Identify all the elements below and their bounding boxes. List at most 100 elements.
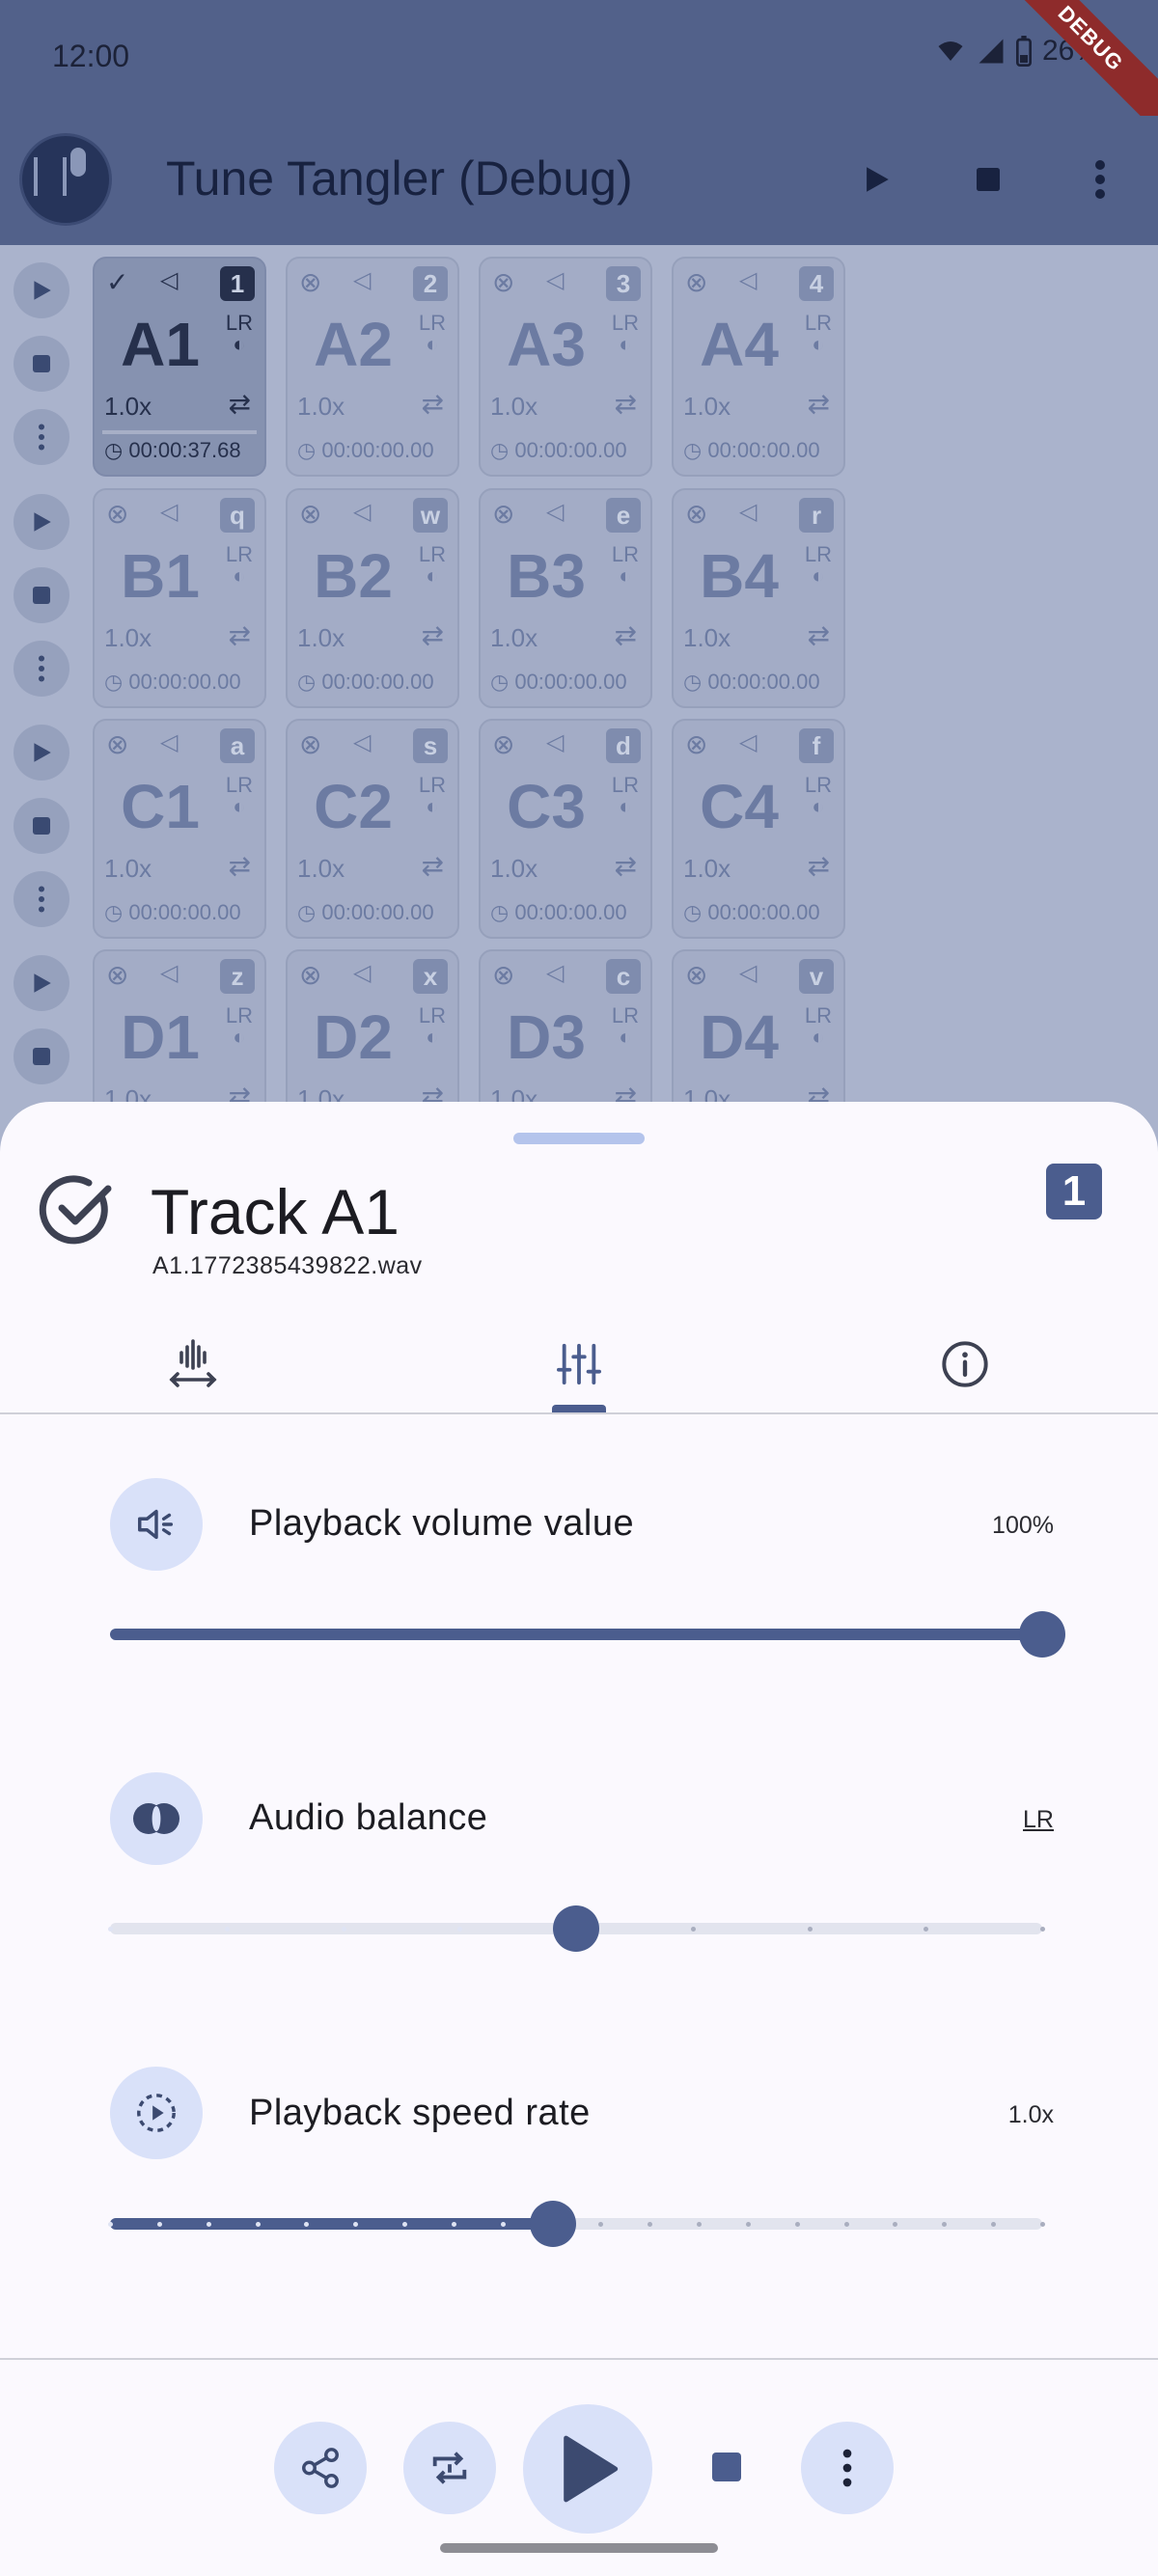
close-circle-icon[interactable]: ⊗ xyxy=(492,266,514,298)
tab-info[interactable] xyxy=(772,1316,1158,1412)
volume-icon: ◁ xyxy=(739,729,758,755)
timer-icon: ◷ xyxy=(490,438,510,462)
pad-key-badge: r xyxy=(799,498,834,533)
pad-time: ◷ 00:00:37.68 xyxy=(104,438,241,463)
close-circle-icon[interactable]: ⊗ xyxy=(492,728,514,760)
track-title: Track A1 xyxy=(151,1176,400,1247)
close-circle-icon[interactable]: ⊗ xyxy=(299,266,321,298)
close-circle-icon[interactable]: ⊗ xyxy=(685,266,707,298)
pad-time-value: 00:00:00.00 xyxy=(514,438,627,462)
pad-key-badge: w xyxy=(413,498,448,533)
row-play-button[interactable] xyxy=(14,262,69,318)
balance-icon xyxy=(133,1803,179,1834)
close-circle-icon[interactable]: ⊗ xyxy=(299,959,321,991)
row-play-button[interactable] xyxy=(14,955,69,1011)
pad-speed: 1.0x xyxy=(104,392,152,421)
slider-tick xyxy=(108,1927,113,1932)
pad-time: ◷ 00:00:00.00 xyxy=(297,438,434,463)
pad-a3[interactable]: ⊗ ◁ 3 A3 LR ◐ 1.0x ⇄ ◷ 00:00:00.00 xyxy=(479,257,652,477)
balance-slider-thumb[interactable] xyxy=(553,1905,599,1952)
row-stop-button[interactable] xyxy=(14,798,69,854)
close-circle-icon[interactable]: ⊗ xyxy=(106,959,128,991)
slider-tick xyxy=(207,2222,211,2227)
row-more-button[interactable] xyxy=(14,641,69,697)
speed-slider[interactable] xyxy=(108,2201,1045,2247)
close-circle-icon[interactable]: ⊗ xyxy=(106,728,128,760)
drag-handle[interactable] xyxy=(513,1133,645,1144)
pad-balance: LR ◐ xyxy=(419,775,446,817)
pad-b1[interactable]: ⊗ ◁ q B1 LR ◐ 1.0x ⇄ ◷ 00:00:00.00 xyxy=(93,488,266,708)
row-play-button[interactable] xyxy=(14,494,69,550)
close-circle-icon[interactable]: ⊗ xyxy=(299,728,321,760)
close-circle-icon[interactable]: ⊗ xyxy=(685,498,707,530)
pad-time-value: 00:00:00.00 xyxy=(321,900,434,924)
volume-icon: ◁ xyxy=(160,499,179,525)
balance-icon: ◐ xyxy=(426,563,439,588)
close-circle-icon[interactable]: ⊗ xyxy=(299,498,321,530)
pad-c2[interactable]: ⊗ ◁ s C2 LR ◐ 1.0x ⇄ ◷ 00:00:00.00 xyxy=(286,719,459,939)
check-circle-icon[interactable]: ✓ xyxy=(106,266,128,298)
speed-slider-thumb[interactable] xyxy=(530,2201,576,2247)
volume-button[interactable] xyxy=(110,1478,203,1571)
row-stop-button[interactable] xyxy=(14,1028,69,1084)
pad-c3[interactable]: ⊗ ◁ d C3 LR ◐ 1.0x ⇄ ◷ 00:00:00.00 xyxy=(479,719,652,939)
slider-tick xyxy=(648,2222,652,2227)
pad-b4[interactable]: ⊗ ◁ r B4 LR ◐ 1.0x ⇄ ◷ 00:00:00.00 xyxy=(672,488,845,708)
pad-a4[interactable]: ⊗ ◁ 4 A4 LR ◐ 1.0x ⇄ ◷ 00:00:00.00 xyxy=(672,257,845,477)
pad-time: ◷ 00:00:00.00 xyxy=(683,900,820,925)
more-vert-icon xyxy=(1095,160,1105,199)
pad-c4[interactable]: ⊗ ◁ f C4 LR ◐ 1.0x ⇄ ◷ 00:00:00.00 xyxy=(672,719,845,939)
close-circle-icon[interactable]: ⊗ xyxy=(492,498,514,530)
volume-slider[interactable] xyxy=(110,1611,1065,1658)
close-circle-icon[interactable]: ⊗ xyxy=(106,498,128,530)
repeat-one-icon xyxy=(432,2452,467,2484)
close-circle-icon[interactable]: ⊗ xyxy=(685,959,707,991)
volume-icon: ◁ xyxy=(353,267,372,293)
pad-b2[interactable]: ⊗ ◁ w B2 LR ◐ 1.0x ⇄ ◷ 00:00:00.00 xyxy=(286,488,459,708)
loop-button[interactable] xyxy=(403,2422,496,2514)
logo-mic-icon xyxy=(70,148,86,177)
row-play-button[interactable] xyxy=(14,725,69,781)
row-stop-button[interactable] xyxy=(14,336,69,392)
share-button[interactable] xyxy=(274,2422,367,2514)
stop-icon xyxy=(33,355,50,372)
pad-key-badge: z xyxy=(220,959,255,994)
pad-time: ◷ 00:00:00.00 xyxy=(490,670,627,695)
row-more-button[interactable] xyxy=(14,409,69,465)
stop-all-button[interactable] xyxy=(959,151,1017,208)
play-button[interactable] xyxy=(523,2404,652,2534)
tab-settings[interactable] xyxy=(386,1316,772,1412)
row-stop-button[interactable] xyxy=(14,567,69,623)
more-options-button[interactable] xyxy=(801,2422,894,2514)
pad-name: B1 xyxy=(121,541,200,611)
home-indicator[interactable] xyxy=(440,2543,718,2553)
volume-icon: ◁ xyxy=(739,499,758,525)
timer-icon: ◷ xyxy=(490,900,510,924)
repeat-icon: ⇄ xyxy=(421,389,444,419)
stop-button[interactable] xyxy=(712,2453,741,2481)
speed-button[interactable] xyxy=(110,2067,203,2159)
repeat-icon: ⇄ xyxy=(807,851,830,881)
tab-waveform[interactable] xyxy=(0,1316,386,1412)
play-all-button[interactable] xyxy=(847,151,905,208)
pad-a2[interactable]: ⊗ ◁ 2 A2 LR ◐ 1.0x ⇄ ◷ 00:00:00.00 xyxy=(286,257,459,477)
balance-slider[interactable] xyxy=(108,1905,1045,1952)
slider-tick xyxy=(598,2222,603,2227)
row-more-button[interactable] xyxy=(14,871,69,927)
slider-tick xyxy=(457,1927,462,1932)
repeat-icon: ⇄ xyxy=(807,389,830,419)
pad-c1[interactable]: ⊗ ◁ a C1 LR ◐ 1.0x ⇄ ◷ 00:00:00.00 xyxy=(93,719,266,939)
close-circle-icon[interactable]: ⊗ xyxy=(685,728,707,760)
pad-b3[interactable]: ⊗ ◁ e B3 LR ◐ 1.0x ⇄ ◷ 00:00:00.00 xyxy=(479,488,652,708)
pad-key-badge: e xyxy=(606,498,641,533)
wifi-icon xyxy=(938,41,963,61)
balance-icon: ◐ xyxy=(426,1025,439,1049)
pad-time: ◷ 00:00:00.00 xyxy=(104,900,241,925)
balance-button[interactable] xyxy=(110,1772,203,1865)
volume-slider-thumb[interactable] xyxy=(1019,1611,1065,1658)
pad-balance: LR ◐ xyxy=(805,544,832,587)
pad-a1[interactable]: ✓ ◁ 1 A1 LR ◐ 1.0x ⇄ ◷ 00:00:37.68 xyxy=(93,257,266,477)
overflow-menu-button[interactable] xyxy=(1071,151,1129,208)
close-circle-icon[interactable]: ⊗ xyxy=(492,959,514,991)
play-icon xyxy=(867,167,889,192)
